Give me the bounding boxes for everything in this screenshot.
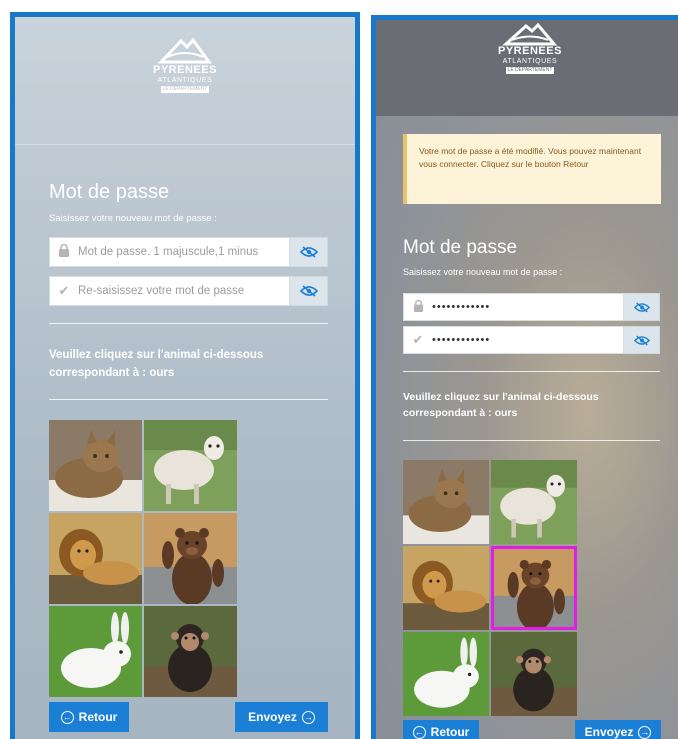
animal-tile-lion[interactable]: [403, 546, 489, 630]
animal-captcha-grid: [49, 420, 237, 697]
password-field: ••••••••••••: [403, 293, 660, 321]
logo-line3: LE DÉPARTEMENT: [160, 86, 210, 93]
mountain-logo-icon: [157, 37, 212, 64]
success-notice: Votre mot de passe a été modifié. Vous p…: [403, 134, 661, 204]
back-button[interactable]: ← Retour: [403, 720, 479, 739]
logo-line1: PYRENEES: [498, 45, 562, 57]
animal-tile-sheep[interactable]: [491, 460, 577, 544]
back-button[interactable]: ← Retour: [49, 702, 129, 732]
animal-tile-bear[interactable]: [144, 513, 237, 604]
divider: [403, 371, 660, 372]
eye-slash-icon: [299, 246, 318, 258]
arrow-right-circle-icon: →: [638, 725, 652, 739]
send-button-label: Envoyez: [584, 725, 634, 739]
send-button[interactable]: Envoyez →: [575, 720, 661, 739]
eye-slash-icon: [633, 335, 650, 345]
mountain-logo-icon: [502, 22, 558, 46]
animal-tile-bear[interactable]: [491, 546, 577, 630]
lock-icon: [404, 299, 432, 315]
pyrenees-logo: PYRENEES ATLANTIQUES LE DÉPARTEMENT: [153, 35, 217, 93]
divider: [49, 399, 328, 400]
captcha-instruction: Veuillez cliquez sur l'animal ci-dessous…: [403, 389, 653, 421]
eye-slash-icon: [633, 302, 650, 312]
lock-icon: [50, 243, 78, 260]
right-screen: PYRENEES ATLANTIQUES LE DÉPARTEMENT Votr…: [371, 15, 678, 739]
toggle-visibility-button[interactable]: [624, 293, 660, 321]
arrow-right-circle-icon: →: [301, 710, 315, 724]
password-field: Mot de passe. 1 majuscule,1 minus: [49, 237, 328, 267]
page-subtitle: Saisissez votre nouveau mot de passe :: [49, 213, 217, 224]
divider: [49, 323, 328, 324]
toggle-visibility-button[interactable]: [290, 276, 328, 306]
pyrenees-logo: PYRENEES ATLANTIQUES LE DÉPARTEMENT: [498, 22, 562, 74]
logo-line3: LE DÉPARTEMENT: [505, 67, 555, 74]
animal-tile-chimpanzee[interactable]: [144, 606, 237, 697]
password-input[interactable]: ••••••••••••: [403, 293, 624, 321]
toggle-visibility-button[interactable]: [290, 237, 328, 267]
confirm-placeholder: Re-saisissez votre mot de passe: [78, 285, 245, 297]
animal-tile-rabbit[interactable]: [403, 632, 489, 716]
back-button-label: Retour: [430, 725, 470, 739]
animal-tile-rabbit[interactable]: [49, 606, 142, 697]
animal-tile-sheep[interactable]: [144, 420, 237, 511]
check-icon: ✔: [412, 332, 424, 347]
instruction-animal: ours: [149, 367, 175, 379]
instruction-animal: ours: [494, 407, 518, 419]
confirm-value: ••••••••••••: [432, 334, 491, 346]
password-placeholder: Mot de passe. 1 majuscule,1 minus: [78, 246, 259, 258]
confirm-password-input[interactable]: ✔ Re-saisissez votre mot de passe: [49, 276, 290, 306]
check-icon: ✔: [58, 283, 70, 298]
animal-tile-cat[interactable]: [403, 460, 489, 544]
arrow-left-circle-icon: ←: [412, 725, 426, 739]
back-button-label: Retour: [78, 710, 118, 724]
arrow-left-circle-icon: ←: [60, 710, 74, 724]
toggle-visibility-button[interactable]: [624, 326, 660, 354]
animal-captcha-grid: [403, 460, 577, 716]
send-button[interactable]: Envoyez →: [235, 702, 328, 732]
divider: [403, 440, 660, 441]
confirm-password-field: ✔ Re-saisissez votre mot de passe: [49, 276, 328, 306]
logo-line2: ATLANTIQUES: [157, 77, 213, 84]
password-value: ••••••••••••: [432, 301, 491, 313]
page-subtitle: Saisissez votre nouveau mot de passe :: [403, 267, 563, 277]
eye-slash-icon: [299, 285, 318, 297]
page-title: Mot de passe: [49, 181, 170, 203]
animal-tile-lion[interactable]: [49, 513, 142, 604]
logo-line2: ATLANTIQUES: [502, 58, 558, 65]
confirm-password-field: ✔ ••••••••••••: [403, 326, 660, 354]
password-input[interactable]: Mot de passe. 1 majuscule,1 minus: [49, 237, 290, 267]
confirm-password-input[interactable]: ✔ ••••••••••••: [403, 326, 624, 354]
logo-line1: PYRENEES: [153, 64, 217, 76]
animal-tile-chimpanzee[interactable]: [491, 632, 577, 716]
send-button-label: Envoyez: [248, 710, 297, 724]
page-title: Mot de passe: [403, 237, 518, 258]
animal-tile-cat[interactable]: [49, 420, 142, 511]
left-screen: PYRENEES ATLANTIQUES LE DÉPARTEMENT Mot …: [10, 12, 360, 739]
captcha-instruction: Veuillez cliquez sur l'animal ci-dessous…: [49, 346, 319, 382]
